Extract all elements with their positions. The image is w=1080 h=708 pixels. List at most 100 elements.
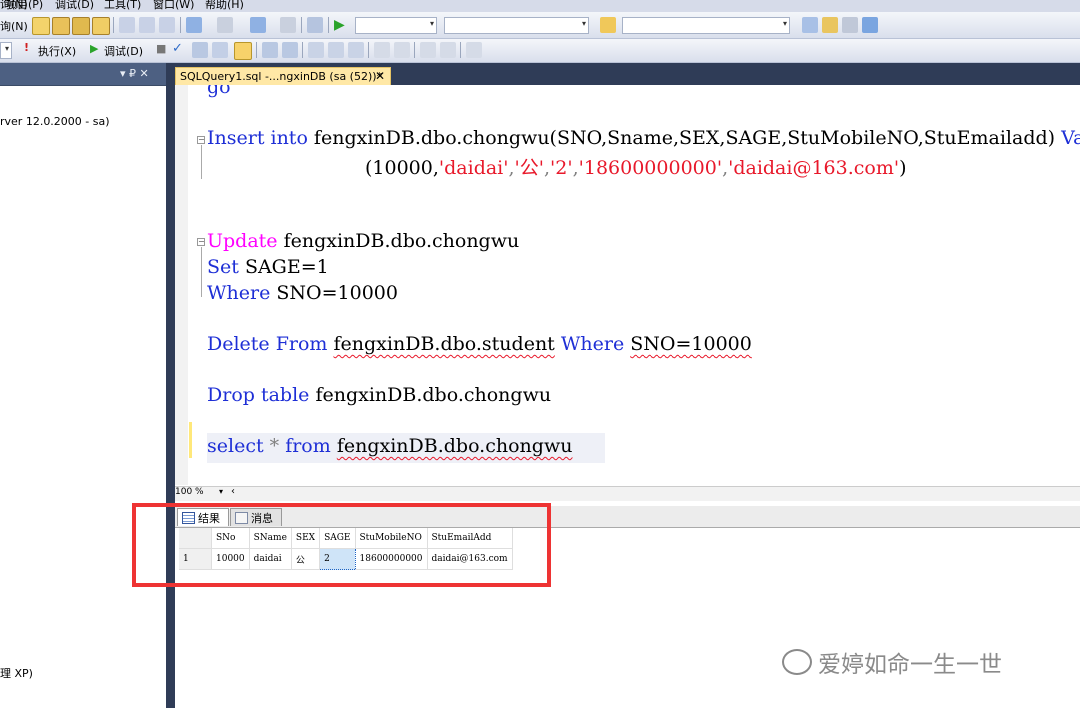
server-node[interactable]: rver 12.0.2000 - sa) (0, 115, 110, 128)
select-star: * (269, 435, 280, 457)
specify-values-icon[interactable] (466, 42, 482, 58)
drop-keyword: Drop table (207, 384, 310, 406)
where-keyword: Where (207, 282, 271, 304)
paste-icon[interactable] (159, 17, 175, 33)
menu-help[interactable]: 帮助(H) (205, 0, 244, 12)
tab-sqlquery1[interactable]: SQLQuery1.sql -...ngxinDB (sa (52))* ✕ (175, 67, 391, 85)
display-plan-icon[interactable] (192, 42, 208, 58)
menu-bar: 询(N) 项目(P) 调试(D) 工具(T) 窗口(W) 帮助(H) (0, 0, 1080, 12)
analysis-query-icon[interactable] (72, 17, 90, 35)
delete-condition: SNO=10000 (630, 333, 752, 355)
results-to-grid-icon[interactable] (234, 42, 252, 60)
debug-play-icon[interactable]: ▶ (90, 42, 98, 55)
sql-editor-toolbar: ▾ ! 执行(X) ▶ 调试(D) ■ ✓ (0, 39, 1080, 63)
collapse-icon[interactable]: − (197, 136, 205, 144)
properties-icon[interactable] (822, 17, 838, 33)
menu-project[interactable]: 项目(P) (6, 0, 43, 12)
value-age: '2' (550, 157, 573, 179)
toolbar-separator (414, 42, 415, 58)
navigate-forward-icon[interactable] (280, 17, 296, 33)
value-sex: '公' (514, 157, 544, 179)
code-line-select: select * from fengxinDB.dbo.chongwu (207, 435, 572, 457)
code-line-go: go (207, 85, 231, 98)
menu-debug[interactable]: 调试(D) (55, 0, 94, 12)
close-icon[interactable]: ✕ (375, 69, 385, 83)
decrease-indent-icon[interactable] (420, 42, 436, 58)
chat-bubble-icon (782, 649, 812, 675)
query-designer-icon[interactable] (212, 42, 228, 58)
chevron-down-icon: ▾ (782, 19, 787, 28)
chevron-down-icon[interactable]: ▾ (219, 487, 223, 496)
query-editor[interactable]: go − Insert into fengxinDB.dbo.chongwu(S… (175, 85, 1080, 485)
watermark: 爱婷如命一生一世 (782, 645, 1002, 679)
tab-title: SQLQuery1.sql -...ngxinDB (sa (52))* (180, 70, 383, 83)
change-indicator (189, 422, 192, 458)
find-icon[interactable] (307, 17, 323, 33)
results-to-text-icon[interactable] (308, 42, 324, 58)
comment-icon[interactable] (374, 42, 390, 58)
uncomment-icon[interactable] (394, 42, 410, 58)
toolbox-icon[interactable] (842, 17, 858, 33)
execute-icon[interactable]: ! (24, 41, 29, 54)
client-stats-icon[interactable] (282, 42, 298, 58)
platform-combo[interactable]: ▾ (444, 17, 589, 34)
execute-button[interactable]: 执行(X) (38, 43, 76, 59)
insert-keyword: Insert into (207, 127, 308, 149)
copy-icon[interactable] (139, 17, 155, 33)
parse-check-icon[interactable]: ✓ (172, 41, 183, 56)
delete-keyword: Delete From (207, 333, 328, 355)
values-close: ) (899, 157, 907, 179)
new-query-icon[interactable] (32, 17, 50, 35)
update-keyword: Update (207, 230, 278, 252)
solution-config-combo[interactable]: ▾ (355, 17, 437, 34)
panel-pin-close-icons[interactable]: ▾ ₽ ✕ (120, 67, 149, 80)
toolbar-separator (368, 42, 369, 58)
toolbar-separator (328, 17, 329, 33)
dmx-query-icon[interactable] (92, 17, 110, 35)
results-to-grid-alt-icon[interactable] (328, 42, 344, 58)
window-icon[interactable] (862, 17, 878, 33)
undo-icon[interactable] (186, 17, 202, 33)
menu-window[interactable]: 窗口(W) (153, 0, 194, 12)
cut-icon[interactable] (119, 17, 135, 33)
include-plan-icon[interactable] (262, 42, 278, 58)
value-email: 'daidai@163.com' (728, 157, 900, 179)
code-line-values: (10000,'daidai','公','2','18600000000','d… (365, 153, 907, 180)
where-expr: SNO=10000 (270, 282, 398, 304)
menu-query-label[interactable]: 询(N) (0, 18, 28, 34)
agent-node[interactable]: 理 XP) (0, 665, 33, 681)
select-target: fengxinDB.dbo.chongwu (336, 435, 573, 457)
collapse-icon[interactable]: − (197, 238, 205, 246)
insert-target: fengxinDB.dbo.chongwu(SNO,Sname,SEX,SAGE… (307, 127, 1062, 149)
update-target: fengxinDB.dbo.chongwu (277, 230, 520, 252)
code-line-delete: Delete From fengxinDB.dbo.student Where … (207, 333, 752, 355)
increase-indent-icon[interactable] (440, 42, 456, 58)
menu-tools[interactable]: 工具(T) (104, 0, 141, 12)
start-debug-icon[interactable]: ▶ (334, 17, 350, 33)
panel-splitter[interactable] (166, 63, 175, 708)
object-explorer-header: ▾ ₽ ✕ (0, 63, 166, 86)
results-to-file-icon[interactable] (348, 42, 364, 58)
navigate-icon[interactable] (250, 17, 266, 33)
zoom-bar: 100 % ▾ ‹ (175, 486, 1080, 502)
chevron-down-icon: ▾ (4, 44, 9, 53)
cancel-query-icon[interactable]: ■ (156, 42, 166, 55)
value-mobile: '18600000000' (578, 157, 723, 179)
where-keyword: Where (560, 333, 625, 355)
go-keyword: go (207, 85, 231, 98)
toolbar-separator (301, 17, 302, 33)
toolbar-separator (256, 42, 257, 58)
find-combo[interactable]: ▾ (622, 17, 790, 34)
drop-target: fengxinDB.dbo.chongwu (309, 384, 552, 406)
zoom-level[interactable]: 100 % (175, 487, 204, 497)
highlight-box (132, 503, 551, 587)
solution-explorer-icon[interactable] (802, 17, 818, 33)
object-explorer: ▾ ₽ ✕ rver 12.0.2000 - sa) 理 XP) (0, 63, 166, 708)
scroll-left-icon[interactable]: ‹ (231, 486, 235, 497)
redo-icon[interactable] (217, 17, 233, 33)
database-engine-query-icon[interactable] (52, 17, 70, 35)
database-combo[interactable]: ▾ (0, 42, 12, 59)
find-in-files-icon[interactable] (600, 17, 616, 33)
toolbar-separator (302, 42, 303, 58)
debug-button[interactable]: 调试(D) (104, 43, 143, 59)
